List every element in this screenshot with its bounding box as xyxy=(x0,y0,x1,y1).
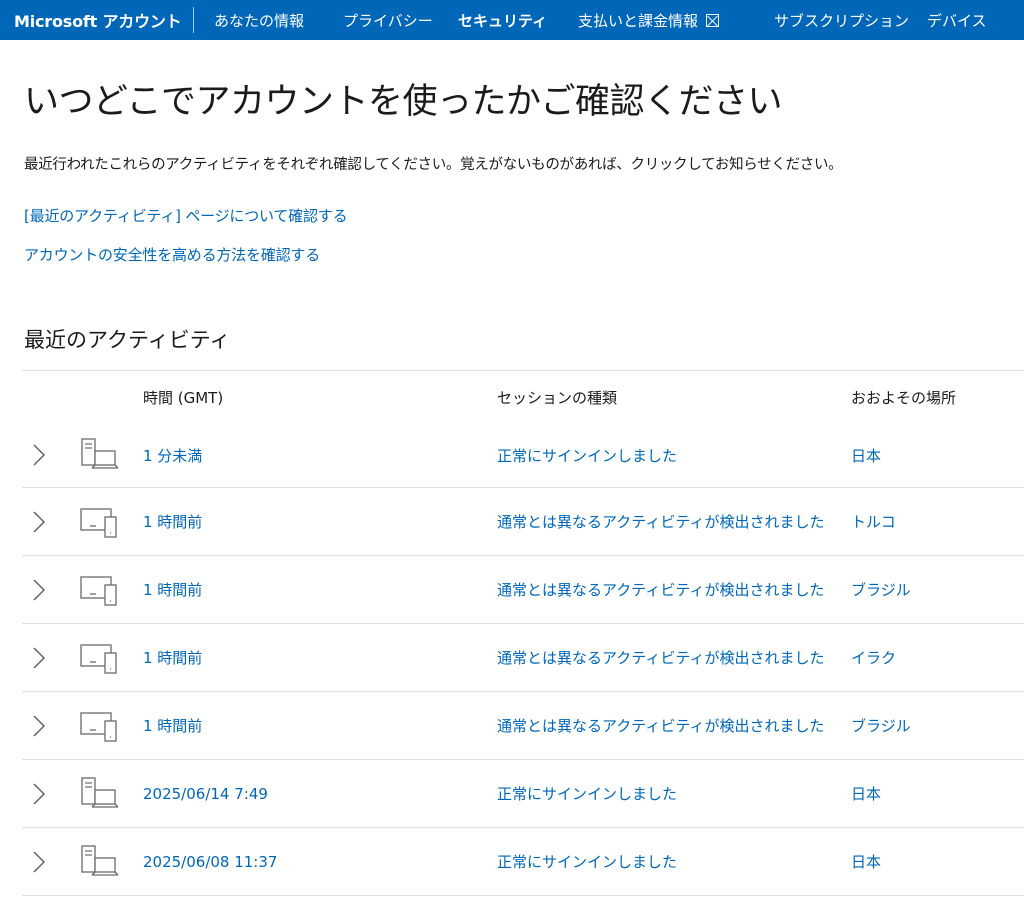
activity-time: 1 時間前 xyxy=(143,717,203,735)
intro-text: 最近行われたこれらのアクティビティをそれぞれ確認してください。覚えがないものがあ… xyxy=(24,157,843,173)
nav-item-devices[interactable]: デバイス xyxy=(927,0,987,40)
activity-location: イラク xyxy=(851,649,897,667)
nav-item-security[interactable]: セキュリティ xyxy=(458,0,547,40)
desktop-computer-icon xyxy=(80,844,120,879)
table-body: 1 分未満 正常にサインインしました 日本 1 時間前 通常とは異なるアクティビティが検… xyxy=(22,423,1024,896)
activity-session-type: 正常にサインインしました xyxy=(497,785,678,803)
nav-item-your-info[interactable]: あなたの情報 xyxy=(214,0,304,40)
chevron-right-icon[interactable] xyxy=(32,715,46,737)
chevron-right-icon[interactable] xyxy=(32,783,46,805)
external-link-icon xyxy=(706,13,720,27)
activity-time: 2025/06/14 7:49 xyxy=(143,784,268,803)
recent-activity-help-link[interactable]: [最近のアクティビティ] ページについて確認する xyxy=(24,205,348,227)
desktop-computer-icon xyxy=(80,438,120,472)
chevron-right-icon[interactable] xyxy=(32,444,46,466)
activity-session-type: 通常とは異なるアクティビティが検出されました xyxy=(497,581,825,599)
activity-session-type: 通常とは異なるアクティビティが検出されました xyxy=(497,717,825,735)
nav-item-privacy[interactable]: プライバシー xyxy=(343,0,433,40)
nav-item-subscriptions[interactable]: サブスクリプション xyxy=(774,0,909,40)
activity-location: ブラジル xyxy=(851,717,911,735)
chevron-right-icon[interactable] xyxy=(32,647,46,669)
activity-time: 1 時間前 xyxy=(143,649,203,667)
table-row[interactable]: 1 分未満 正常にサインインしました 日本 xyxy=(22,423,1024,488)
activity-location: 日本 xyxy=(851,853,882,871)
table-row[interactable]: 2025/06/14 7:49 正常にサインインしました 日本 xyxy=(22,760,1024,828)
brand-link[interactable]: Microsoft アカウント xyxy=(14,0,182,40)
nav-item-label: あなたの情報 xyxy=(214,11,305,30)
chevron-right-icon[interactable] xyxy=(32,511,46,533)
desktop-computer-icon xyxy=(80,776,120,811)
top-navigation-bar: Microsoft アカウント あなたの情報 プライバシー セキュリティ 支払い… xyxy=(0,0,1024,40)
nav-divider xyxy=(193,7,194,33)
nav-item-label: サブスクリプション xyxy=(774,11,910,30)
activity-location: 日本 xyxy=(851,446,882,465)
activity-session-type: 通常とは異なるアクティビティが検出されました xyxy=(497,649,825,667)
table-row[interactable]: 1 時間前 通常とは異なるアクティビティが検出されました イラク xyxy=(22,624,1024,692)
chevron-right-icon[interactable] xyxy=(32,579,46,601)
multi-device-icon xyxy=(80,505,120,539)
column-header-time: 時間 (GMT) xyxy=(143,388,224,407)
activity-time: 2025/06/08 11:37 xyxy=(143,852,278,871)
activity-session-type: 通常とは異なるアクティビティが検出されました xyxy=(497,513,825,531)
nav-item-label: デバイス xyxy=(927,11,987,30)
page-title: いつどこでアカウントを使ったかご確認ください xyxy=(24,82,782,122)
activity-location: ブラジル xyxy=(851,581,911,599)
table-row[interactable]: 1 時間前 通常とは異なるアクティビティが検出されました ブラジル xyxy=(22,556,1024,624)
column-header-session-type: セッションの種類 xyxy=(497,388,618,407)
multi-device-icon xyxy=(80,573,120,607)
activity-time: 1 時間前 xyxy=(143,581,203,599)
nav-item-label: 支払いと課金情報 xyxy=(578,11,699,30)
activity-location: 日本 xyxy=(851,785,882,803)
account-security-tips-link[interactable]: アカウントの安全性を高める方法を確認する xyxy=(24,244,320,266)
table-row[interactable]: 2025/06/08 11:37 正常にサインインしました 日本 xyxy=(22,828,1024,896)
section-title: 最近のアクティビティ xyxy=(24,328,231,352)
chevron-right-icon[interactable] xyxy=(32,851,46,873)
multi-device-icon xyxy=(80,641,120,675)
activity-session-type: 正常にサインインしました xyxy=(497,446,678,465)
nav-item-label: プライバシー xyxy=(343,11,433,30)
table-header: 時間 (GMT) セッションの種類 おおよその場所 xyxy=(22,371,1024,423)
nav-item-label: セキュリティ xyxy=(458,11,548,30)
column-header-location: おおよその場所 xyxy=(851,388,957,407)
activity-session-type: 正常にサインインしました xyxy=(497,853,678,871)
nav-item-payment-billing[interactable]: 支払いと課金情報 xyxy=(578,0,720,40)
multi-device-icon xyxy=(80,709,120,743)
activity-time: 1 時間前 xyxy=(143,513,203,531)
table-row[interactable]: 1 時間前 通常とは異なるアクティビティが検出されました ブラジル xyxy=(22,692,1024,760)
activity-location: トルコ xyxy=(851,513,896,531)
activity-table: 時間 (GMT) セッションの種類 おおよその場所 1 分未満正常にサインインし… xyxy=(22,370,1024,896)
activity-time: 1 分未満 xyxy=(143,446,203,465)
table-row[interactable]: 1 時間前 通常とは異なるアクティビティが検出されました トルコ xyxy=(22,488,1024,556)
